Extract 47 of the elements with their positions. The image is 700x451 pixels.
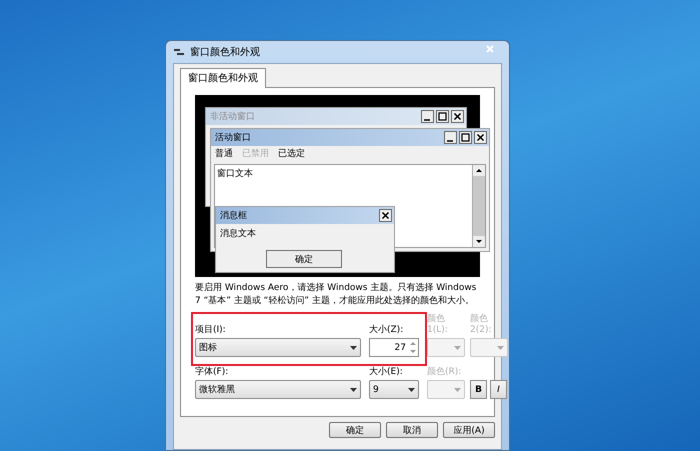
dropdown-arrow-icon — [454, 388, 461, 392]
italic-button[interactable]: I — [490, 380, 507, 399]
scroll-down-icon — [473, 236, 485, 247]
close-icon — [451, 110, 464, 123]
font-label: 字体(F): — [195, 367, 230, 378]
dialog-button[interactable]: 应用(A) — [443, 422, 495, 438]
dialog-button[interactable]: 确定 — [329, 422, 381, 438]
description-text: 要启用 Windows Aero，请选择 Windows 主题。只有选择 Windows 7 “基本” 主题或 “轻松访问” 主题，才能应用此处选择的颜色和大小。 — [195, 282, 478, 308]
color-dropdown[interactable] — [470, 338, 508, 357]
minimize-icon — [444, 131, 457, 144]
app-icon — [173, 46, 185, 58]
window-title: 窗口颜色和外观 — [190, 46, 261, 59]
tab[interactable]: 窗口颜色和外观 — [180, 68, 266, 88]
bold-button[interactable]: B — [470, 380, 487, 399]
font-color-label: 颜色(R): — [427, 367, 462, 378]
close-icon — [474, 131, 487, 144]
dropdown-arrow-icon — [454, 346, 461, 350]
size-label: 大小(Z): — [369, 325, 404, 336]
font-color-dropdown[interactable] — [427, 380, 465, 399]
size-spinner[interactable]: 27 — [369, 338, 419, 357]
dropdown-arrow-icon — [350, 346, 357, 350]
color-label: 颜色 2(2): — [470, 314, 493, 336]
preview-ok-button[interactable]: 确定 — [266, 250, 342, 268]
scroll-up-icon — [473, 165, 485, 176]
color-label: 颜色 1(L): — [427, 314, 449, 336]
minimize-icon — [421, 110, 434, 123]
close-icon — [486, 45, 494, 53]
window-text: 窗口文本 — [216, 168, 254, 181]
maximize-icon — [459, 131, 472, 144]
font-size-label: 大小(E): — [369, 367, 404, 378]
item-dropdown[interactable]: 图标 — [195, 338, 361, 357]
dropdown-arrow-icon — [408, 388, 415, 392]
spin-arrows-icon — [408, 339, 418, 356]
dialog-button[interactable]: 取消 — [386, 422, 438, 438]
preview-window-title: 活动窗口 — [215, 132, 252, 144]
item-label: 项目(I): — [195, 325, 227, 336]
dropdown-arrow-icon — [350, 388, 357, 392]
color-dropdown[interactable] — [427, 338, 465, 357]
menu-item: 已禁用 — [242, 148, 269, 160]
maximize-icon — [436, 110, 449, 123]
message-box-title: 消息框 — [220, 210, 248, 222]
font-size-dropdown[interactable]: 9 — [369, 380, 419, 399]
dropdown-arrow-icon — [497, 346, 504, 350]
close-icon — [379, 209, 392, 222]
message-text: 消息文本 — [219, 228, 257, 241]
font-dropdown[interactable]: 微软雅黑 — [195, 380, 361, 399]
preview-window-title: 非活动窗口 — [210, 110, 256, 123]
